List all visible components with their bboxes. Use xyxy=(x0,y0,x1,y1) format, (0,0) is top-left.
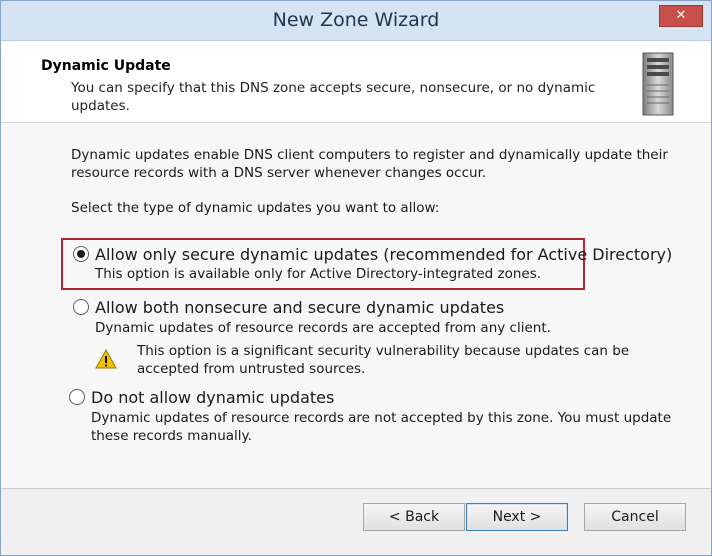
radio-no-updates[interactable] xyxy=(69,389,85,405)
next-button[interactable]: Next > xyxy=(466,503,568,531)
radio-secure-only[interactable] xyxy=(73,246,89,262)
back-button[interactable]: < Back xyxy=(363,503,465,531)
page-title: Dynamic Update xyxy=(41,58,171,74)
wizard-header: Dynamic Update You can specify that this… xyxy=(1,41,711,123)
warning-icon xyxy=(95,349,117,369)
option-no-updates-description: Dynamic updates of resource records are … xyxy=(91,410,672,444)
radio-nonsecure-and-secure[interactable] xyxy=(73,299,89,315)
page-description: You can specify that this DNS zone accep… xyxy=(71,80,596,114)
option-secure-only-label[interactable]: Allow only secure dynamic updates (recom… xyxy=(95,245,672,264)
option-no-updates-label[interactable]: Do not allow dynamic updates xyxy=(91,388,334,407)
option-nonsecure-and-secure-label[interactable]: Allow both nonsecure and secure dynamic … xyxy=(95,298,504,317)
prompt-text: Select the type of dynamic updates you w… xyxy=(71,200,440,216)
cancel-button[interactable]: Cancel xyxy=(584,503,686,531)
warning-text: This option is a significant security vu… xyxy=(137,343,630,377)
option-secure-only-description: This option is available only for Active… xyxy=(95,266,542,282)
wizard-content: Dynamic updates enable DNS client comput… xyxy=(1,124,711,488)
button-bar: < Back Next > Cancel xyxy=(1,488,711,555)
option-nonsecure-and-secure-description: Dynamic updates of resource records are … xyxy=(95,320,551,336)
intro-text: Dynamic updates enable DNS client comput… xyxy=(71,147,668,181)
server-icon xyxy=(642,52,674,116)
wizard-window: New Zone Wizard ✕ Dynamic Update You can… xyxy=(0,0,712,556)
close-icon[interactable]: ✕ xyxy=(659,5,703,27)
title-bar: New Zone Wizard ✕ xyxy=(1,1,711,41)
window-title: New Zone Wizard xyxy=(272,9,440,31)
